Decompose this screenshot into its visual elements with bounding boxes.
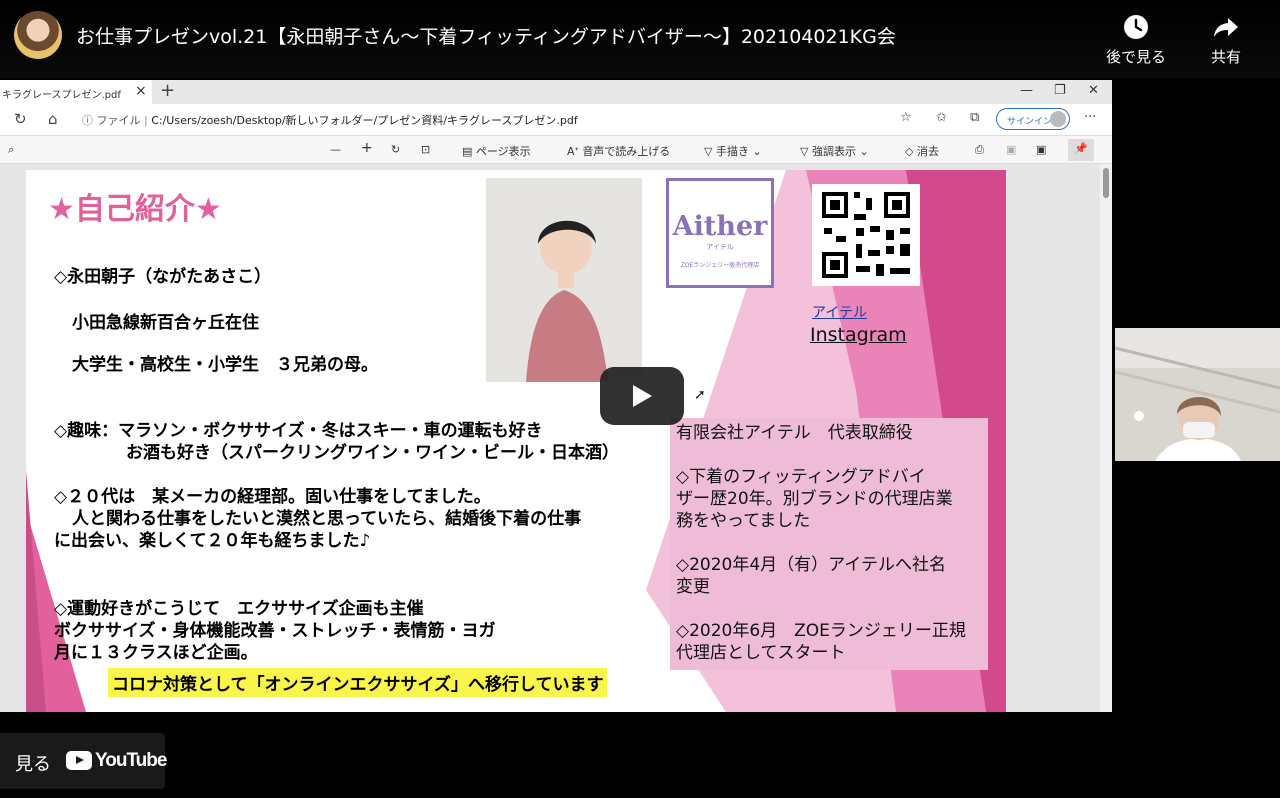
page-view-label: ページ表示 (475, 145, 531, 158)
mouse-cursor-icon: ➚ (694, 387, 706, 403)
highlight-label: 強調表示 (811, 145, 856, 158)
close-tab-icon[interactable]: × (135, 83, 147, 99)
restore-icon[interactable]: ❐ (1054, 83, 1066, 98)
watch-on-youtube-button[interactable]: 見る YouTube (0, 733, 167, 789)
instagram-link[interactable]: Instagram (810, 324, 907, 346)
pdf-viewer[interactable]: ★自己紹介★ ◇永田朝子（ながたあさこ） 小田急線新百合ヶ丘在住 大学生・高校生… (0, 164, 1112, 712)
channel-avatar[interactable] (14, 11, 62, 59)
info-line (676, 532, 988, 554)
scrollbar-thumb[interactable] (1103, 168, 1109, 198)
read-aloud-label: 音声で読み上げる (582, 145, 671, 158)
draw-button[interactable]: ▽ 手描き ⌄ (704, 143, 762, 159)
slide-title: ★自己紹介★ (48, 192, 222, 227)
highlight-button[interactable]: ▽ 強調表示 ⌄ (800, 143, 869, 159)
new-tab-icon[interactable]: + (160, 80, 175, 101)
play-button[interactable] (600, 367, 684, 425)
address-bar: ↻ ⌂ ⓘ ファイル | C:/Users/zoesh/Desktop/新しいフ… (0, 104, 1112, 136)
url-prefix: ファイル (96, 114, 141, 127)
url-field[interactable]: ⓘ ファイル | C:/Users/zoesh/Desktop/新しいフォルダー… (82, 108, 882, 130)
close-window-icon[interactable]: ✕ (1088, 83, 1099, 98)
online-exercise-highlight: コロナ対策として「オンラインエクササイズ」へ移行しています (108, 668, 608, 697)
aiteru-link[interactable]: アイテル (812, 302, 867, 322)
profile-avatar-icon (1050, 111, 1066, 127)
person-photo-illustration (486, 178, 642, 382)
profile-name: ◇永田朝子（ながたあさこ） (54, 267, 272, 287)
share-button[interactable]: 共有 (1211, 14, 1241, 67)
video-title[interactable]: お仕事プレゼンvol.21【永田朝子さん〜下着フィッティングアドバイザー〜】20… (76, 22, 896, 49)
exercise-line-3: 月に１３クラスほど企画。 (54, 643, 258, 663)
clock-icon (1124, 15, 1148, 39)
pdf-search-icon[interactable]: ⌕ (8, 143, 14, 157)
youtube-embed-player[interactable]: お仕事プレゼンvol.21【永田朝子さん〜下着フィッティングアドバイザー〜】20… (0, 0, 1280, 798)
tab-title: キラグレースプレゼン.pdf (2, 90, 121, 101)
zoom-out-button[interactable]: — (330, 143, 341, 156)
print-icon[interactable]: ⎙ (975, 143, 984, 157)
vertical-scrollbar[interactable] (1100, 164, 1112, 712)
pin-toolbar-icon[interactable]: 📌 (1068, 139, 1094, 161)
read-aloud-button[interactable]: Aᐩ 音声で読み上げる (567, 143, 670, 159)
youtube-play-icon (66, 751, 92, 770)
info-line: 代理店としてスタート (676, 643, 846, 663)
rotate-icon[interactable]: ↻ (391, 143, 400, 156)
minimize-icon[interactable]: — (1020, 83, 1033, 98)
save-icon[interactable]: ▣ (1006, 143, 1016, 156)
favorite-star-icon[interactable]: ☆ (900, 110, 912, 125)
profile-family: 大学生・高校生・小学生 ３兄弟の母。 (72, 355, 378, 375)
profile-photo (486, 178, 642, 382)
more-menu-icon[interactable]: ··· (1084, 110, 1096, 125)
draw-label: 手描き (715, 145, 749, 158)
signin-label: サインイン (1007, 117, 1053, 127)
tab-pdf[interactable]: キラグレースプレゼン.pdf × (0, 80, 152, 104)
tab-bar: キラグレースプレゼン.pdf × + — ❐ ✕ (0, 80, 1112, 104)
watch-later-button[interactable]: 後で見る (1106, 14, 1166, 67)
logo-sub: アイテル (706, 243, 734, 251)
fit-page-icon[interactable]: ⊡ (421, 143, 430, 156)
info-line: ◇下着のフィッティングアドバイ (676, 467, 926, 487)
pdf-toolbar: ⌕ — + ↻ ⊡ ▤ ページ表示 Aᐩ 音声で読み上げる ▽ 手描き ⌄ ▽ … (0, 136, 1112, 164)
home-icon[interactable]: ⌂ (48, 110, 58, 128)
info-line (676, 598, 988, 620)
info-line: ザー歴20年。別ブランドの代理店業 (676, 489, 953, 509)
erase-label: 消去 (916, 145, 939, 158)
info-line: 有限会社アイテル 代表取締役 (676, 423, 913, 443)
erase-button[interactable]: ◇ 消去 (905, 143, 939, 159)
favorites-list-icon[interactable]: ✩ (936, 110, 947, 125)
slide-page: ★自己紹介★ ◇永田朝子（ながたあさこ） 小田急線新百合ヶ丘在住 大学生・高校生… (26, 170, 1006, 712)
youtube-wordmark: YouTube (95, 750, 167, 771)
profile-residence: 小田急線新百合ヶ丘在住 (72, 313, 259, 333)
zoom-in-button[interactable]: + (361, 140, 373, 156)
info-icon[interactable]: ⓘ (82, 114, 97, 127)
page-view-button[interactable]: ▤ ページ表示 (462, 143, 531, 159)
info-line: ◇2020年6月 ZOEランジェリー正規 (676, 621, 966, 641)
info-line: 務をやってました (676, 511, 811, 531)
play-icon (633, 385, 652, 407)
url-text: C:/Users/zoesh/Desktop/新しいフォルダー/プレゼン資料/キ… (151, 114, 578, 127)
player-top-bar: お仕事プレゼンvol.21【永田朝子さん〜下着フィッティングアドバイザー〜】20… (0, 0, 1280, 78)
info-line: 変更 (676, 577, 710, 597)
watch-later-label: 後で見る (1106, 48, 1167, 66)
hobby-line-2: お酒も好き（スパークリングワイン・ワイン・ビール・日本酒） (126, 443, 619, 463)
browser-window: キラグレースプレゼン.pdf × + — ❐ ✕ ↻ ⌂ ⓘ ファイル | C:… (0, 80, 1112, 712)
webcam-feed (1115, 328, 1280, 461)
aither-logo: Aither アイテル ZOEランジェリー販売代理店 (666, 178, 774, 288)
info-line: ◇2020年4月（有）アイテルへ社名 (676, 555, 946, 575)
qr-code (812, 184, 920, 286)
save-as-icon[interactable]: ▣ (1036, 143, 1046, 156)
company-info-box: 有限会社アイテル 代表取締役 ◇下着のフィッティングアドバイ ザー歴20年。別ブ… (670, 418, 988, 670)
logo-name: Aither (672, 211, 768, 242)
share-arrow-icon (1214, 18, 1238, 37)
collections-icon[interactable]: ⧉ (970, 110, 979, 125)
logo-tagline: ZOEランジェリー販売代理店 (680, 262, 760, 269)
refresh-icon[interactable]: ↻ (14, 110, 27, 128)
career-line-3: に出会い、楽しくて２０年も経ちました♪ (54, 531, 371, 551)
watch-label: 見る (15, 754, 51, 775)
signin-button[interactable]: サインイン (996, 108, 1070, 130)
webcam-person-image (1115, 328, 1280, 461)
info-line (676, 444, 988, 466)
qr-code-image (812, 184, 920, 286)
share-label: 共有 (1211, 48, 1242, 66)
